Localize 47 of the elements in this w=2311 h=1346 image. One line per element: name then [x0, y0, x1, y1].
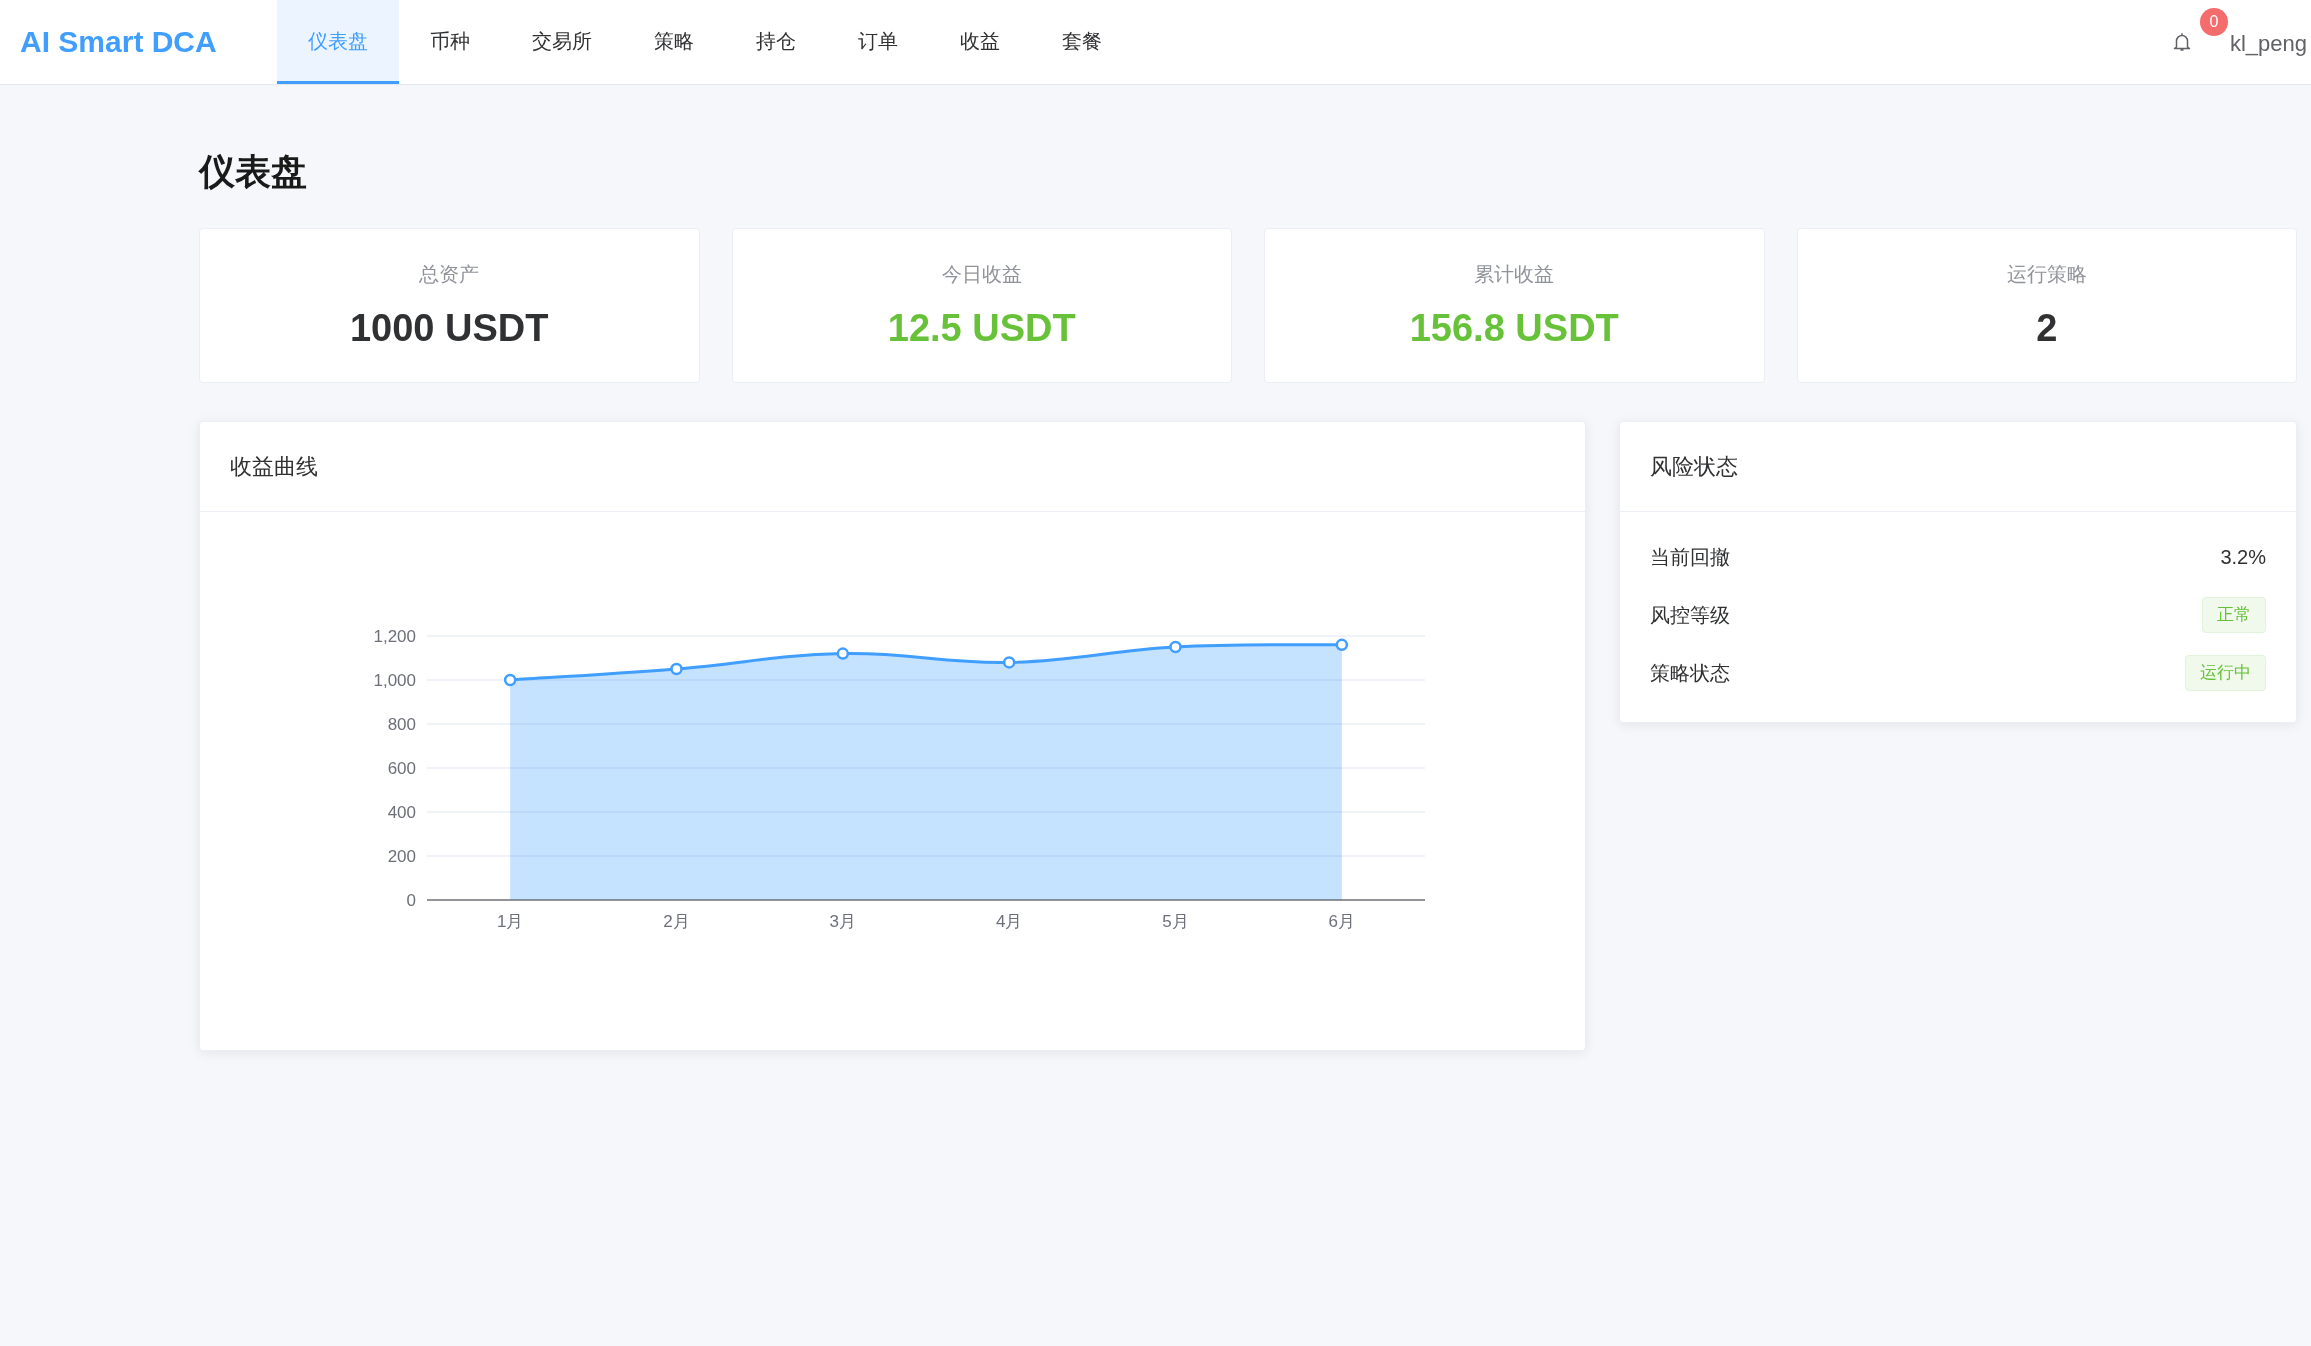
- risk-label: 当前回撤: [1650, 545, 1730, 570]
- stat-value: 1000 USDT: [349, 306, 549, 351]
- x-axis-label: 4月: [995, 912, 1023, 931]
- nav-tab[interactable]: 持仓: [724, 0, 827, 84]
- y-axis-label: 800: [387, 715, 416, 734]
- data-point: [670, 662, 683, 676]
- stat-label: 今日收益: [941, 262, 1022, 287]
- y-axis-label: 600: [387, 759, 416, 778]
- data-point: [836, 647, 850, 660]
- y-axis-label: 400: [387, 803, 416, 822]
- panel-title: 收益曲线: [230, 452, 318, 481]
- stat-label: 总资产: [419, 262, 480, 287]
- stat-value: 2: [2036, 306, 2058, 351]
- x-axis-label: 5月: [1162, 912, 1189, 931]
- nav-tab[interactable]: 收益: [928, 0, 1031, 84]
- data-point: [503, 673, 517, 687]
- status-tag: 运行中: [2185, 655, 2266, 691]
- panel-title: 风险状态: [1650, 452, 1738, 481]
- nav-tab[interactable]: 策略: [622, 0, 725, 84]
- data-point: [1169, 640, 1182, 654]
- x-axis-label: 6月: [1328, 912, 1356, 931]
- page-title: 仪表盘: [199, 150, 307, 194]
- status-tag: 正常: [2202, 597, 2266, 633]
- x-axis-label: 2月: [663, 912, 690, 931]
- nav-tab[interactable]: 币种: [398, 0, 501, 84]
- nav-tab[interactable]: 交易所: [500, 0, 623, 84]
- risk-label: 策略状态: [1650, 661, 1730, 686]
- y-axis-label: 1,000: [373, 671, 416, 690]
- x-axis-label: 1月: [496, 912, 524, 931]
- username[interactable]: kl_peng: [2229, 30, 2307, 58]
- stat-label: 累计收益: [1474, 262, 1555, 287]
- y-axis-label: 0: [406, 891, 416, 910]
- data-point: [1002, 656, 1016, 669]
- stat-label: 运行策略: [2006, 262, 2087, 287]
- nav-tab[interactable]: 订单: [826, 0, 929, 84]
- y-axis-label: 200: [387, 847, 416, 866]
- data-point: [1335, 638, 1349, 652]
- risk-label: 风控等级: [1650, 603, 1730, 628]
- nav-tab[interactable]: 套餐: [1030, 0, 1133, 84]
- app-logo: AI Smart DCA: [20, 24, 217, 60]
- risk-value: 3.2%: [2220, 545, 2266, 570]
- stat-value: 156.8 USDT: [1409, 306, 1619, 351]
- y-axis-label: 1,200: [373, 627, 416, 646]
- notification-badge: 0: [2199, 8, 2228, 36]
- x-axis-label: 3月: [829, 912, 857, 931]
- stat-value: 12.5 USDT: [887, 306, 1076, 351]
- bell-icon[interactable]: [2172, 32, 2191, 52]
